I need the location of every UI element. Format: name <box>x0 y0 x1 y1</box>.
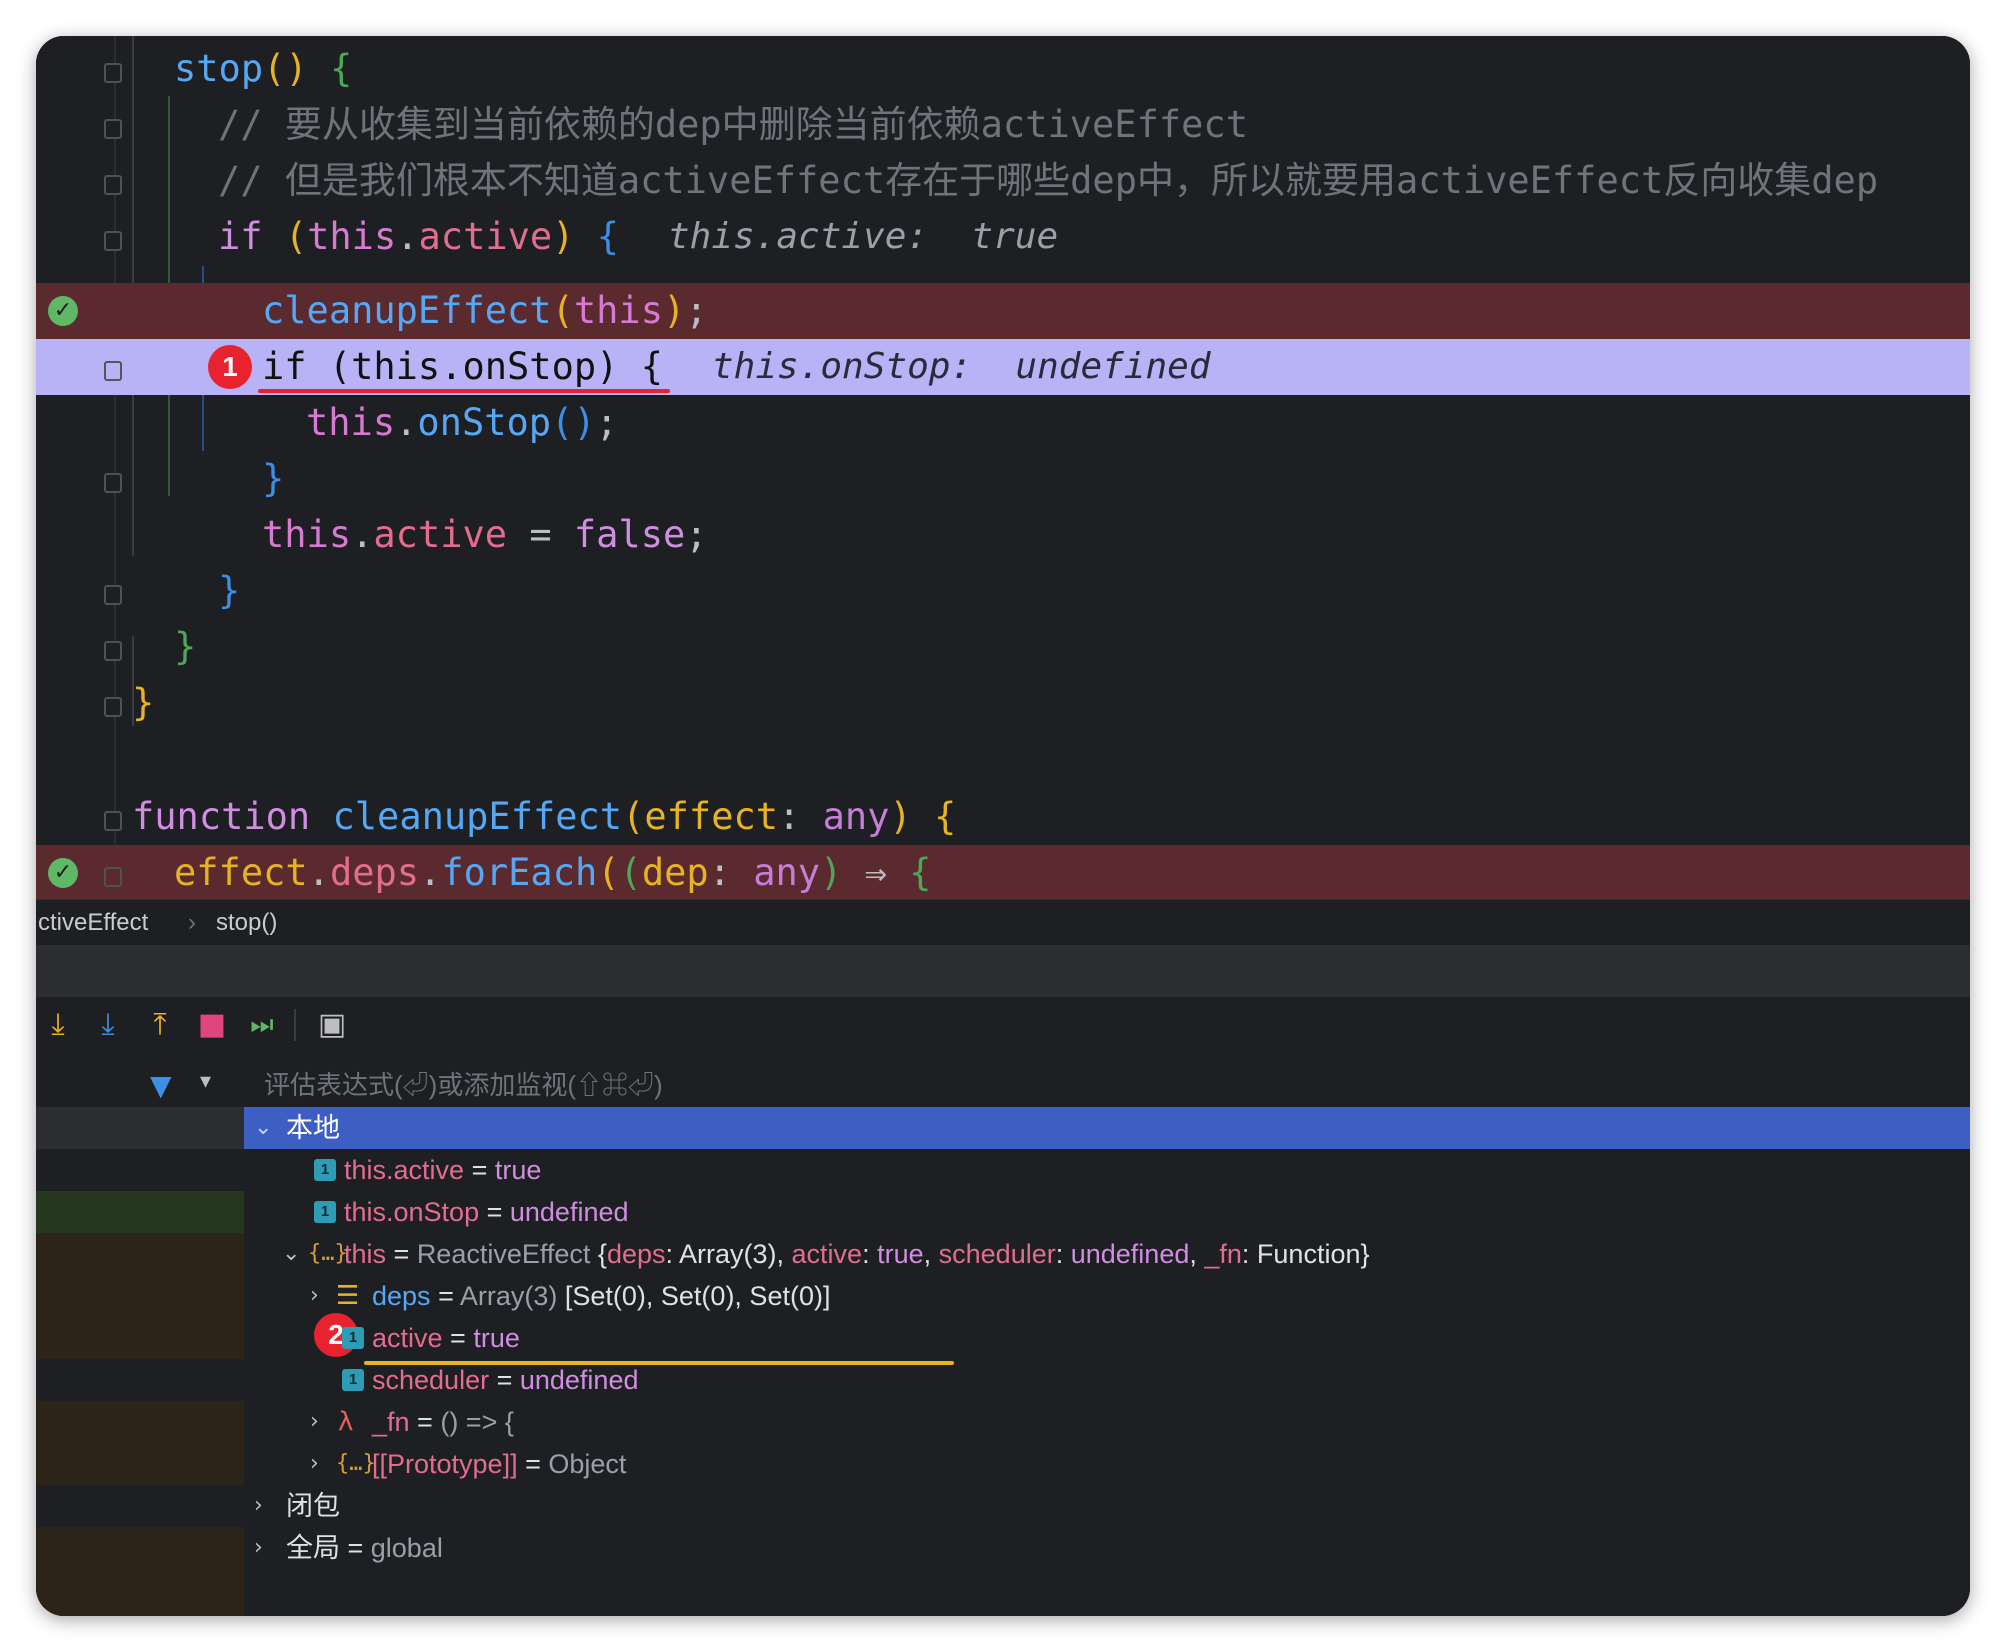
fold-marker-icon[interactable] <box>104 63 122 83</box>
variables-pane[interactable]: 评估表达式(⏎)或添加监视(⇧⌘⏎) ⌄ 本地 1 this.active = … <box>244 1053 1970 1616</box>
variable-row[interactable]: › {…} [[Prototype]] = Object <box>244 1443 1970 1485</box>
code-line[interactable]: } <box>36 619 1970 675</box>
comment: // 要从收集到当前依赖的dep中删除当前依赖activeEffect <box>218 103 1248 146</box>
frame-row[interactable] <box>36 1359 244 1401</box>
fold-marker-icon[interactable] <box>104 697 122 717</box>
fold-marker-icon[interactable] <box>104 867 122 887</box>
frame-row[interactable] <box>36 1191 244 1233</box>
chevron-down-icon[interactable]: ⌄ <box>282 1233 300 1275</box>
code-line[interactable]: // 但是我们根本不知道activeEffect存在于哪些dep中，所以就要用a… <box>36 153 1970 209</box>
variable-row[interactable]: 1 scheduler = undefined <box>244 1359 1970 1401</box>
frame-row[interactable] <box>36 1401 244 1485</box>
code-line[interactable]: // 要从收集到当前依赖的dep中删除当前依赖activeEffect <box>36 97 1970 153</box>
debug-panel-header <box>36 945 1970 997</box>
ide-window: stop() { // 要从收集到当前依赖的dep中删除当前依赖activeEf… <box>36 36 1970 1616</box>
evaluate-expression-input[interactable]: 评估表达式(⏎)或添加监视(⇧⌘⏎) <box>244 1053 1970 1107</box>
primitive-icon: 1 <box>342 1327 364 1349</box>
annotation-underline <box>258 389 670 393</box>
breakpoint-verified-icon[interactable]: ✓ <box>48 296 78 326</box>
primitive-icon: 1 <box>342 1369 364 1391</box>
filter-icon[interactable]: ▼ <box>150 1069 172 1102</box>
chevron-down-icon[interactable]: ▾ <box>200 1069 211 1094</box>
chevron-right-icon[interactable]: › <box>310 1401 319 1443</box>
code-line[interactable]: function cleanupEffect(effect: any) { <box>36 789 1970 845</box>
frame-row[interactable] <box>36 1485 244 1527</box>
console-icon[interactable]: ▣ <box>314 1007 350 1043</box>
breakpoint-line[interactable]: ✓ cleanupEffect(this); <box>36 283 1970 339</box>
variable-row[interactable]: 1 active = true <box>244 1317 1970 1359</box>
fold-marker-icon[interactable] <box>104 119 122 139</box>
function-icon: λ <box>338 1407 354 1437</box>
variable-row[interactable]: 1 this.active = true <box>244 1149 1970 1191</box>
run-to-cursor-icon[interactable]: ⏭ <box>244 1007 280 1043</box>
breadcrumb-separator: › <box>188 909 196 936</box>
frame-row[interactable] <box>36 1149 244 1191</box>
fold-marker-icon[interactable] <box>104 361 122 381</box>
scope-label: 闭包 <box>286 1491 340 1521</box>
scope-global[interactable]: › 全局 = global <box>244 1527 1970 1569</box>
breadcrumb-method[interactable]: stop() <box>216 909 277 937</box>
code-editor[interactable]: stop() { // 要从收集到当前依赖的dep中删除当前依赖activeEf… <box>36 36 1970 901</box>
scope-closure[interactable]: › 闭包 <box>244 1485 1970 1527</box>
inline-debug-value: this.onStop: undefined <box>712 346 1211 387</box>
frames-pane[interactable]: ▼ ▾ <box>36 1053 244 1616</box>
scope-local[interactable]: ⌄ 本地 <box>244 1107 1970 1149</box>
fold-marker-icon[interactable] <box>104 585 122 605</box>
breadcrumb: ctiveEffect › stop() <box>36 899 1970 946</box>
code-line[interactable]: if (this.active) { this.active: true <box>36 209 1970 265</box>
code-line[interactable]: } <box>36 451 1970 507</box>
fold-marker-icon[interactable] <box>104 811 122 831</box>
breakpoint-line[interactable]: ✓ effect.deps.forEach((dep: any) ⇒ { <box>36 845 1970 901</box>
code-line[interactable]: } <box>36 563 1970 619</box>
fold-marker-icon[interactable] <box>104 175 122 195</box>
debug-toolbar: ⤓ ⤓ ⤒ ■ ⏭ ▣ <box>36 997 1970 1054</box>
object-icon: {…} <box>308 1241 348 1266</box>
variable-row[interactable]: › ☰ deps = Array(3) [Set(0), Set(0), Set… <box>244 1275 1970 1317</box>
current-execution-line[interactable]: 1 if (this.onStop) { this.onStop: undefi… <box>36 339 1970 395</box>
code-line[interactable]: this.active = false; <box>36 507 1970 563</box>
variable-row[interactable]: ⌄ {…} this = ReactiveEffect {deps: Array… <box>244 1233 1970 1275</box>
chevron-right-icon[interactable]: › <box>310 1443 319 1485</box>
current-statement: if (this.onStop) { <box>262 345 663 388</box>
step-out-icon[interactable]: ⤒ <box>142 1007 178 1043</box>
chevron-right-icon[interactable]: › <box>254 1485 263 1527</box>
comment: // 但是我们根本不知道activeEffect存在于哪些dep中，所以就要用a… <box>218 159 1879 202</box>
stop-frames-icon[interactable]: ■ <box>194 1007 230 1043</box>
fold-marker-icon[interactable] <box>104 473 122 493</box>
step-over-icon[interactable]: ⤓ <box>40 1007 76 1043</box>
step-into-icon[interactable]: ⤓ <box>90 1007 126 1043</box>
scope-label: 全局 <box>286 1533 340 1563</box>
code-line[interactable]: this.onStop(); <box>36 395 1970 451</box>
breadcrumb-class[interactable]: ctiveEffect <box>38 909 148 937</box>
variable-row[interactable]: › λ _fn = () => { <box>244 1401 1970 1443</box>
toolbar-divider <box>294 1009 296 1041</box>
frame-row[interactable] <box>36 1107 244 1149</box>
variable-row[interactable]: 1 this.onStop = undefined <box>244 1191 1970 1233</box>
primitive-icon: 1 <box>314 1201 336 1223</box>
array-icon: ☰ <box>336 1281 360 1311</box>
chevron-right-icon[interactable]: › <box>254 1527 263 1569</box>
frame-row[interactable] <box>36 1233 244 1359</box>
chevron-right-icon[interactable]: › <box>310 1275 319 1317</box>
chevron-down-icon[interactable]: ⌄ <box>254 1107 272 1149</box>
eval-placeholder: 评估表达式(⏎)或添加监视(⇧⌘⏎) <box>264 1070 663 1100</box>
frame-row[interactable] <box>36 1527 244 1616</box>
annotation-badge-1: 1 <box>208 345 252 389</box>
code-line[interactable]: stop() { <box>36 41 1970 97</box>
breakpoint-verified-icon[interactable]: ✓ <box>48 858 78 888</box>
primitive-icon: 1 <box>314 1159 336 1181</box>
object-icon: {…} <box>336 1451 376 1476</box>
fold-marker-icon[interactable] <box>104 641 122 661</box>
code-line[interactable]: } <box>36 675 1970 731</box>
inline-debug-value: this.active: true <box>668 216 1059 257</box>
scope-label: 本地 <box>286 1113 340 1143</box>
fold-marker-icon[interactable] <box>104 231 122 251</box>
